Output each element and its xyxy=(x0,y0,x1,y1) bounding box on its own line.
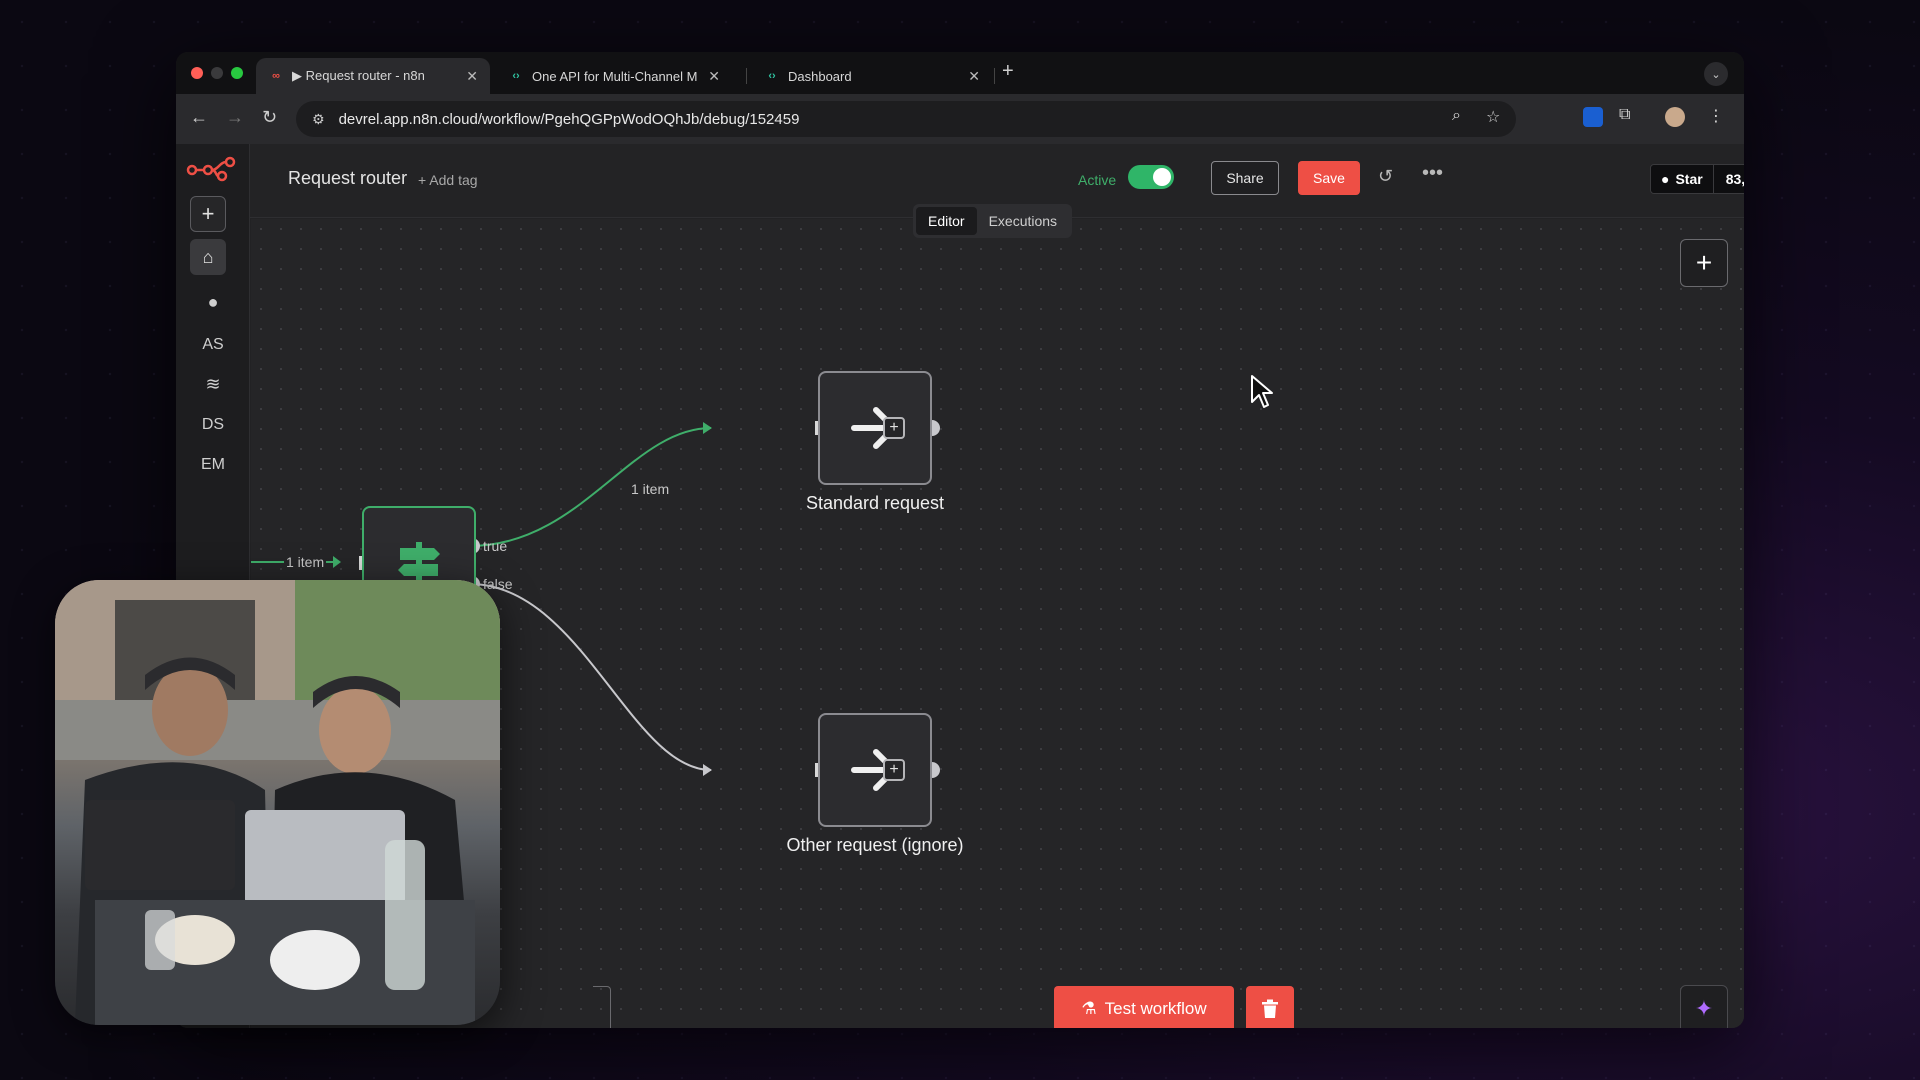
home-icon[interactable]: ⌂ xyxy=(190,239,226,275)
false-connection[interactable] xyxy=(469,583,712,771)
add-node-plus-icon[interactable]: + xyxy=(883,417,905,439)
share-button[interactable]: Share xyxy=(1211,161,1279,195)
add-node-button[interactable]: + xyxy=(1680,239,1728,287)
github-star-button[interactable]: ● Star 83,255 xyxy=(1650,164,1744,194)
close-tab-icon[interactable]: ✕ xyxy=(968,68,980,85)
create-plus-button[interactable]: + xyxy=(190,196,226,232)
input-arrow-icon xyxy=(333,556,341,568)
browser-tabbar: ∞ ▶ Request router - n8n ✕ ‹› One API fo… xyxy=(176,52,1744,94)
forward-arrow-icon[interactable]: → xyxy=(226,107,244,128)
tab-dashboard[interactable]: ‹› Dashboard ✕ xyxy=(752,58,992,94)
flask-icon: ⚗ xyxy=(1081,999,1097,1018)
user-icon[interactable]: ● xyxy=(176,292,250,313)
sidebar-item-em[interactable]: EM xyxy=(176,456,250,474)
add-node-plus-icon[interactable]: + xyxy=(883,759,905,781)
true-arrow-icon xyxy=(703,422,712,434)
site-settings-icon[interactable]: ⚙ xyxy=(312,111,325,128)
false-branch-label: false xyxy=(483,576,513,592)
github-star-count: 83,255 xyxy=(1712,165,1744,193)
true-branch-label: true xyxy=(483,538,508,554)
test-workflow-button[interactable]: ⚗ Test workflow xyxy=(1054,986,1234,1028)
save-button[interactable]: Save xyxy=(1298,161,1360,195)
webcam-video-frame xyxy=(55,580,500,1025)
n8n-logo-icon[interactable] xyxy=(186,154,236,184)
layers-icon[interactable]: ≋ xyxy=(176,374,250,395)
site-favicon-icon: ‹› xyxy=(512,70,520,82)
trash-icon xyxy=(1262,999,1278,1018)
sidebar-item-ds[interactable]: DS xyxy=(176,416,250,434)
toggle-knob xyxy=(1153,168,1171,186)
more-options-icon[interactable]: ••• xyxy=(1422,162,1443,185)
add-tag-button[interactable]: + Add tag xyxy=(418,172,478,188)
tab-search-chevron-icon[interactable]: ⌄ xyxy=(1704,62,1728,86)
mouse-cursor-icon xyxy=(1251,375,1273,408)
test-workflow-label: Test workflow xyxy=(1104,999,1207,1018)
active-toggle[interactable] xyxy=(1128,165,1174,189)
standard-request-label: Standard request xyxy=(805,493,945,513)
n8n-favicon-icon: ∞ xyxy=(272,70,280,82)
tab-separator xyxy=(746,68,747,84)
site-favicon-icon: ‹› xyxy=(768,70,776,82)
tab-executions[interactable]: Executions xyxy=(977,207,1069,235)
input-item-count: 1 item xyxy=(284,554,327,570)
tab-separator xyxy=(994,68,995,84)
other-request-node[interactable] xyxy=(818,713,932,827)
tab-title: ▶ Request router - n8n xyxy=(292,68,425,83)
webcam-overlay xyxy=(55,580,500,1025)
zoom-icon[interactable]: ⌕ xyxy=(1452,107,1461,125)
reload-icon[interactable]: ↻ xyxy=(262,107,277,128)
close-window-button[interactable] xyxy=(191,67,203,79)
extensions-puzzle-icon[interactable]: ⧉ xyxy=(1619,106,1630,124)
tab-one-api[interactable]: ‹› One API for Multi-Channel Me ✕ xyxy=(496,58,732,94)
workflow-title[interactable]: Request router xyxy=(288,168,407,189)
active-label: Active xyxy=(1078,172,1117,188)
close-tab-icon[interactable]: ✕ xyxy=(466,68,478,85)
maximize-window-button[interactable] xyxy=(231,67,243,79)
minimize-window-button[interactable] xyxy=(211,67,223,79)
canvas-controls[interactable] xyxy=(593,986,611,1028)
other-request-label: Other request (ignore) xyxy=(786,835,964,855)
delete-execution-button[interactable] xyxy=(1246,986,1294,1028)
address-bar[interactable]: ⚙ devrel.app.n8n.cloud/workflow/PgehQGPp… xyxy=(296,101,1516,137)
sidebar-item-as[interactable]: AS xyxy=(176,336,250,354)
tab-editor[interactable]: Editor xyxy=(916,207,977,235)
tab-title: One API for Multi-Channel Me xyxy=(532,68,699,84)
browser-toolbar: ← → ↻ ⚙ devrel.app.n8n.cloud/workflow/Pg… xyxy=(176,94,1744,144)
history-icon[interactable]: ↺ xyxy=(1378,166,1393,187)
tab-request-router[interactable]: ∞ ▶ Request router - n8n ✕ xyxy=(256,58,490,94)
tab-title: Dashboard xyxy=(788,68,852,84)
bookmark-star-icon[interactable]: ☆ xyxy=(1486,107,1500,127)
extension-icon[interactable] xyxy=(1583,107,1603,127)
standard-request-node[interactable] xyxy=(818,371,932,485)
github-icon: ● xyxy=(1661,171,1670,187)
ai-assistant-sparkle-icon[interactable]: ✦ xyxy=(1680,985,1728,1028)
true-connection[interactable] xyxy=(469,427,712,547)
browser-menu-icon[interactable]: ⋮ xyxy=(1708,106,1724,126)
back-arrow-icon[interactable]: ← xyxy=(190,107,208,128)
false-arrow-icon xyxy=(703,764,712,776)
github-star-label: Star xyxy=(1675,171,1703,187)
view-tabs: Editor Executions xyxy=(913,204,1073,238)
url-text: devrel.app.n8n.cloud/workflow/PgehQGPpWo… xyxy=(338,110,800,128)
new-tab-icon[interactable]: + xyxy=(1002,60,1014,83)
profile-avatar[interactable] xyxy=(1665,107,1685,127)
close-tab-icon[interactable]: ✕ xyxy=(708,68,720,85)
true-item-count: 1 item xyxy=(629,481,672,497)
